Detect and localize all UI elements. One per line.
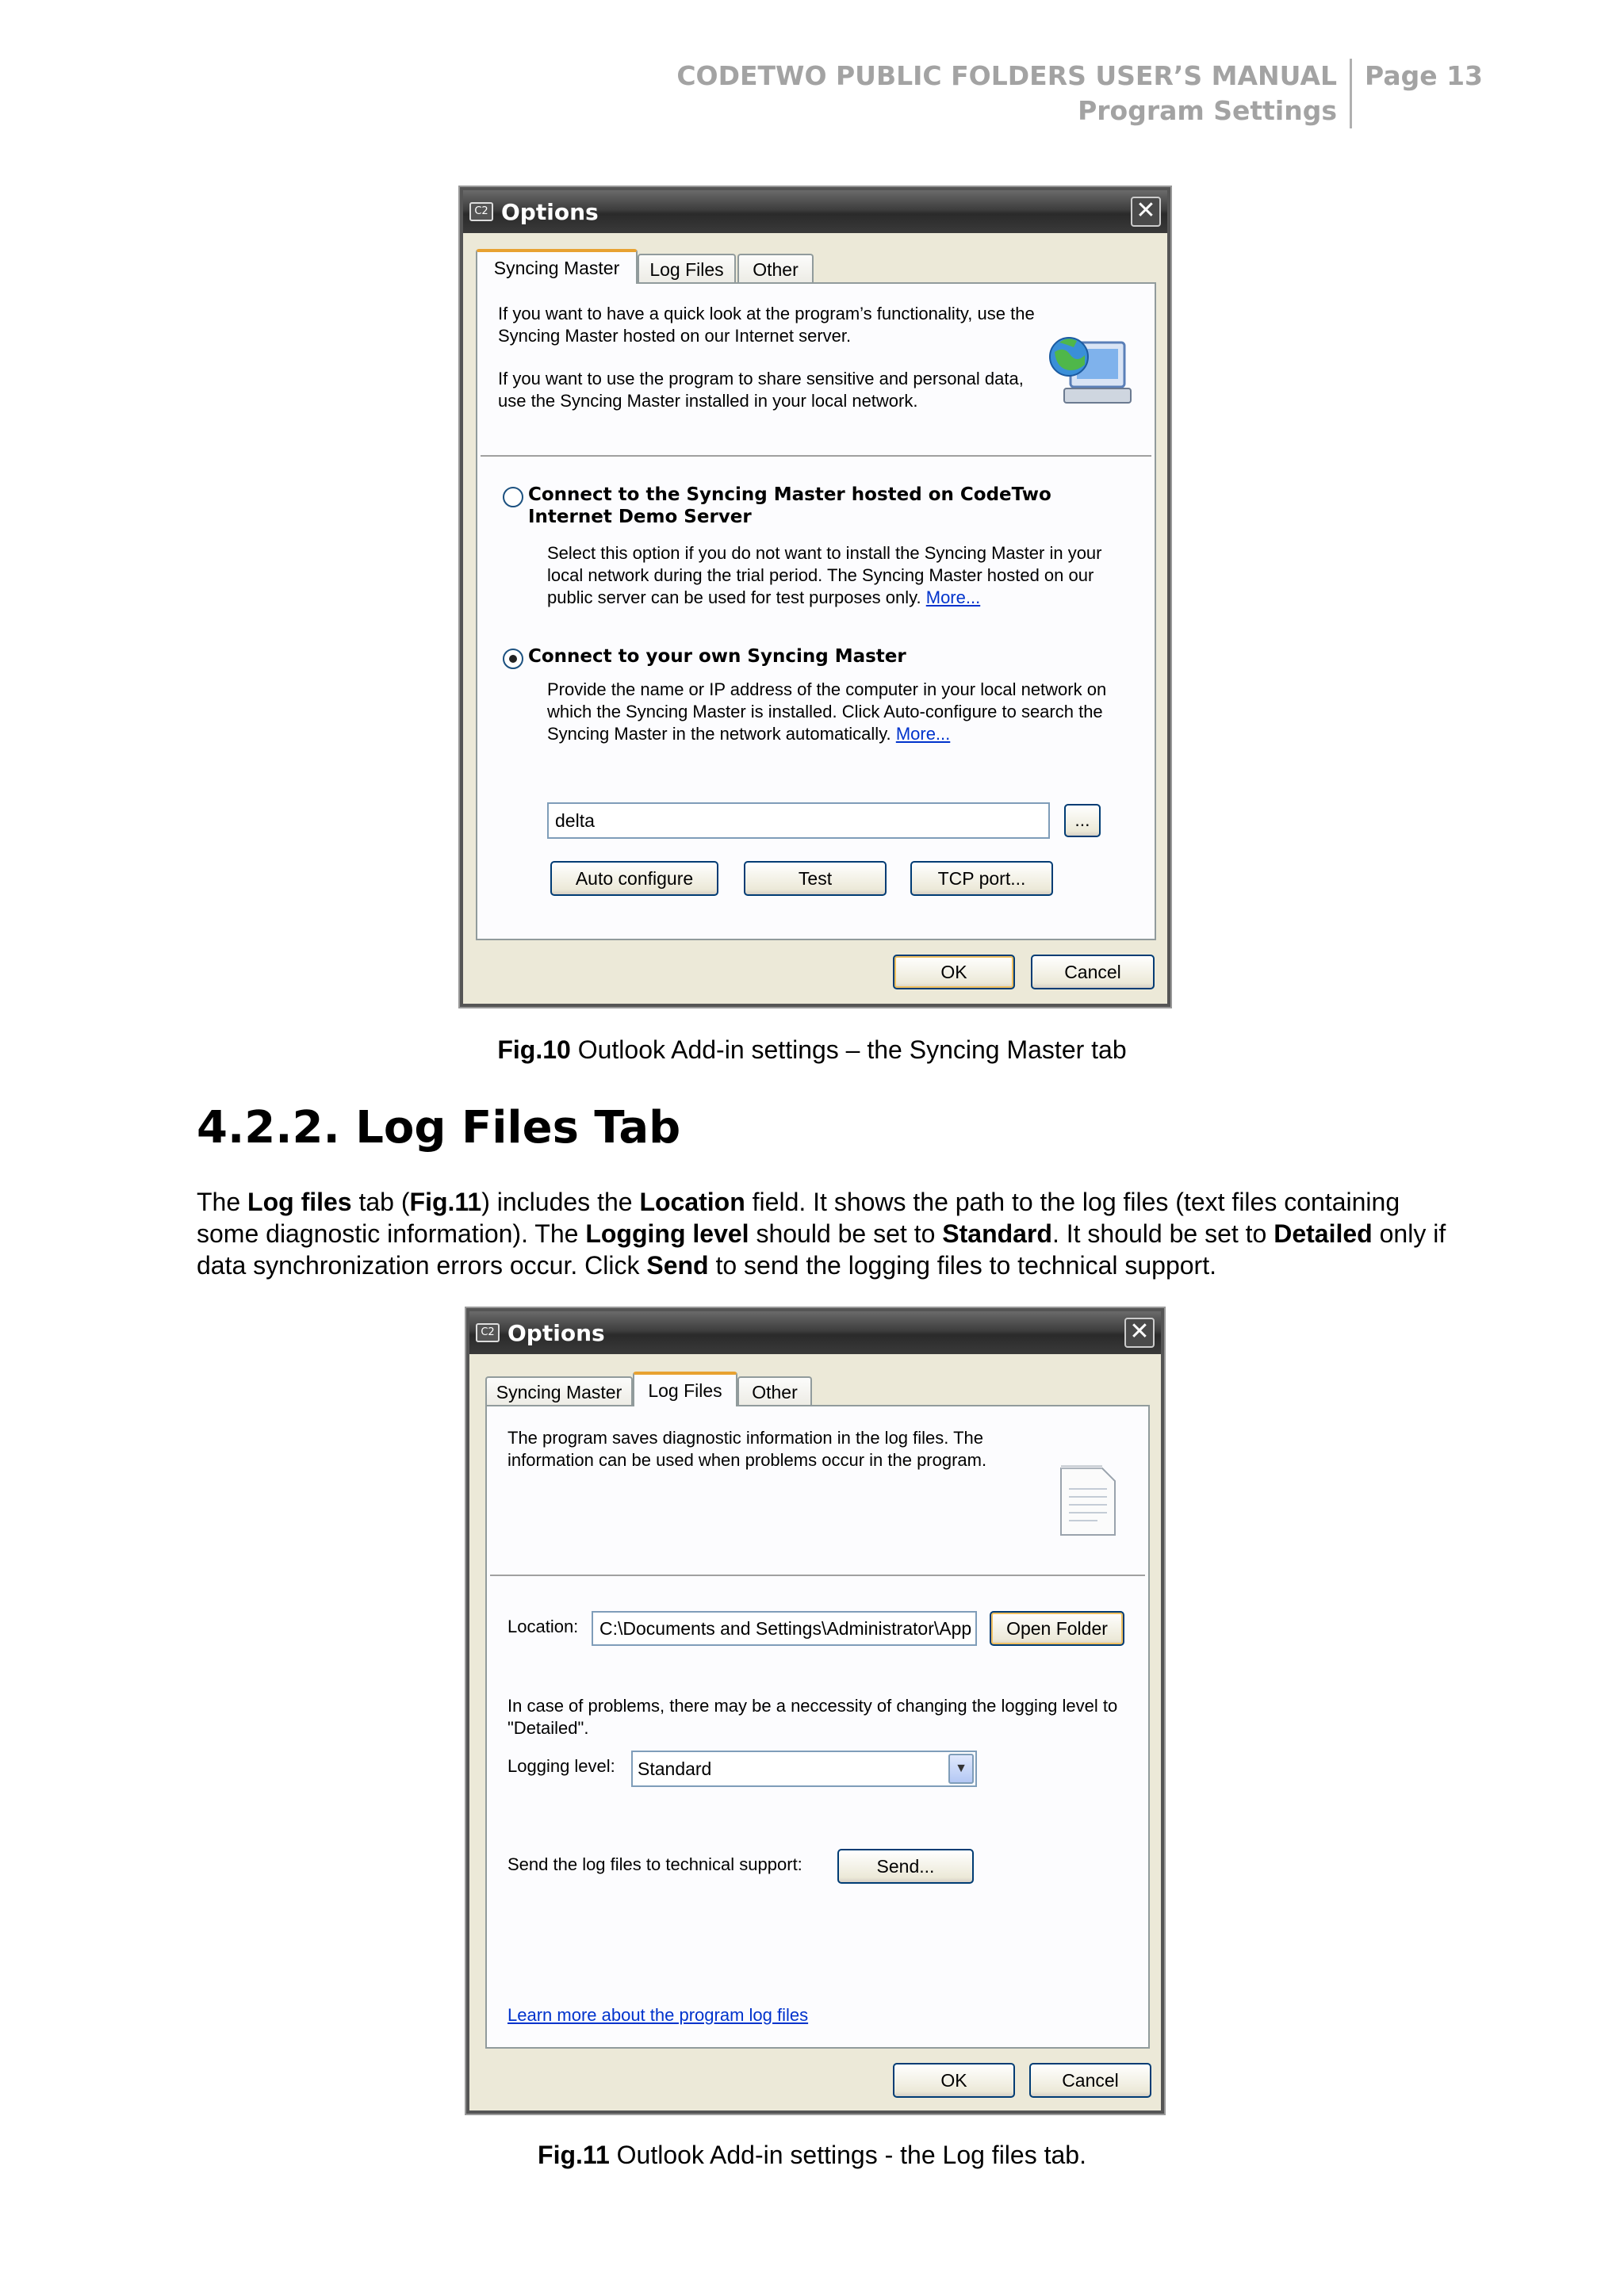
separator	[490, 1575, 1145, 1576]
dialog-titlebar[interactable]: C2 Options ✕	[463, 190, 1167, 233]
options-dialog-syncing-master: C2 Options ✕ Syncing Master Log Files Ot…	[460, 187, 1170, 1007]
para-bold-logging-level: Logging level	[585, 1219, 749, 1248]
tab-syncing-master[interactable]: Syncing Master	[485, 1376, 633, 1406]
para-bold-detailed: Detailed	[1274, 1219, 1373, 1248]
manual-title: CODETWO PUBLIC FOLDERS USER’S MANUAL	[676, 60, 1338, 91]
option-demo-server-description: Select this option if you do not want to…	[547, 542, 1126, 609]
app-icon: C2	[469, 202, 493, 221]
dialog-titlebar[interactable]: C2 Options ✕	[469, 1311, 1161, 1354]
cancel-button[interactable]: Cancel	[1031, 955, 1155, 989]
options-dialog-log-files: C2 Options ✕ Syncing Master Log Files Ot…	[466, 1308, 1164, 2114]
ok-button[interactable]: OK	[893, 955, 1015, 989]
tab-panel: The program saves diagnostic information…	[485, 1405, 1150, 2049]
send-button[interactable]: Send...	[837, 1849, 974, 1884]
app-icon: C2	[476, 1323, 500, 1342]
para-bold-fig11: Fig.11	[409, 1188, 482, 1216]
option-demo-server-desc-text: Select this option if you do not want to…	[547, 543, 1102, 607]
dialog-title: Options	[508, 1319, 605, 1346]
send-label: Send the log files to technical support:	[508, 1854, 802, 1874]
more-link-demo-server[interactable]: More...	[926, 587, 980, 607]
figure-11-caption: Fig.11 Outlook Add-in settings - the Log…	[0, 2139, 1624, 2171]
option-demo-server-label[interactable]: Connect to the Syncing Master hosted on …	[528, 484, 1139, 528]
dialog-title: Options	[501, 198, 599, 225]
open-folder-button[interactable]: Open Folder	[990, 1611, 1124, 1646]
browse-button[interactable]: ...	[1064, 804, 1101, 837]
close-icon[interactable]: ✕	[1124, 1318, 1155, 1348]
intro-text: The program saves diagnostic information…	[508, 1428, 987, 1470]
tab-panel: If you want to have a quick look at the …	[476, 282, 1156, 940]
more-link-own-server[interactable]: More...	[896, 724, 950, 744]
chevron-down-icon[interactable]: ▼	[948, 1754, 974, 1784]
radio-demo-server[interactable]	[503, 487, 523, 507]
intro-text-1: If you want to have a quick look at the …	[498, 304, 1035, 346]
page-header: CODETWO PUBLIC FOLDERS USER’S MANUAL Pro…	[676, 59, 1483, 128]
para-text: The	[197, 1188, 248, 1216]
network-computer-icon	[1049, 337, 1132, 404]
section-heading: 4.2.2. Log Files Tab	[197, 1102, 681, 1154]
tab-other[interactable]: Other	[737, 254, 814, 284]
para-text: ) includes the	[481, 1188, 640, 1216]
figure-11-label: Fig.11	[538, 2141, 610, 2169]
logging-level-value: Standard	[638, 1758, 712, 1779]
auto-configure-button[interactable]: Auto configure	[550, 861, 718, 896]
figure-10-label: Fig.10	[497, 1035, 571, 1064]
intro-text-2: If you want to use the program to share …	[498, 369, 1024, 411]
figure-10-caption: Fig.10 Outlook Add-in settings – the Syn…	[0, 1034, 1624, 1066]
header-titles: CODETWO PUBLIC FOLDERS USER’S MANUAL Pro…	[676, 59, 1350, 128]
text-file-icon	[1060, 1465, 1116, 1536]
problems-text: In case of problems, there may be a necc…	[508, 1696, 1118, 1738]
figure-10-text: Outlook Add-in settings – the Syncing Ma…	[570, 1035, 1127, 1064]
close-icon[interactable]: ✕	[1131, 197, 1161, 227]
para-text: to send the logging files to technical s…	[708, 1251, 1216, 1280]
para-text: should be set to	[749, 1219, 943, 1248]
location-label: Location:	[508, 1617, 579, 1636]
separator	[481, 455, 1151, 457]
host-input[interactable]: delta	[547, 802, 1050, 839]
para-bold-location: Location	[639, 1188, 745, 1216]
section-title: Program Settings	[1078, 95, 1338, 126]
para-bold-send: Send	[646, 1251, 709, 1280]
para-text: . It should be set to	[1051, 1219, 1274, 1248]
tab-syncing-master[interactable]: Syncing Master	[476, 249, 638, 284]
radio-own-server[interactable]	[503, 649, 523, 669]
tab-log-files[interactable]: Log Files	[638, 254, 736, 284]
option-own-server-desc-text: Provide the name or IP address of the co…	[547, 679, 1107, 744]
section-paragraph: The Log files tab (Fig.11) includes the …	[197, 1186, 1450, 1281]
option-own-server-label[interactable]: Connect to your own Syncing Master	[528, 645, 1083, 668]
para-bold-standard: Standard	[942, 1219, 1052, 1248]
para-text: tab (	[351, 1188, 410, 1216]
test-button[interactable]: Test	[744, 861, 887, 896]
ok-button[interactable]: OK	[893, 2063, 1015, 2098]
cancel-button[interactable]: Cancel	[1029, 2063, 1151, 2098]
option-own-server-description: Provide the name or IP address of the co…	[547, 679, 1134, 745]
page-number: Page 13	[1365, 60, 1483, 91]
logging-level-select[interactable]: Standard ▼	[631, 1751, 977, 1787]
tab-other[interactable]: Other	[737, 1376, 812, 1406]
logging-level-label: Logging level:	[508, 1756, 615, 1776]
tab-log-files[interactable]: Log Files	[633, 1372, 737, 1406]
para-bold-log-files: Log files	[247, 1188, 352, 1216]
location-input[interactable]: C:\Documents and Settings\Administrator\…	[592, 1611, 977, 1646]
tcp-port-button[interactable]: TCP port...	[910, 861, 1053, 896]
learn-more-link[interactable]: Learn more about the program log files	[508, 2004, 808, 2026]
figure-11-text: Outlook Add-in settings - the Log files …	[609, 2141, 1086, 2169]
